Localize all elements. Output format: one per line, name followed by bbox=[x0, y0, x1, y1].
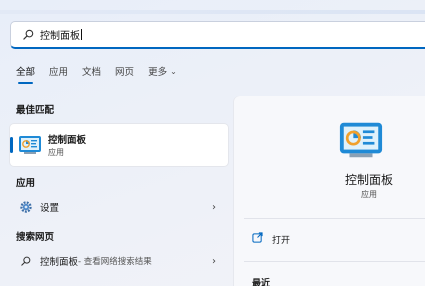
search-input[interactable]: 控制面板 bbox=[10, 21, 425, 49]
app-result-settings[interactable]: 设置 › bbox=[10, 196, 228, 218]
app-result-label: 设置 bbox=[40, 203, 60, 214]
control-panel-icon bbox=[338, 120, 384, 160]
text-caret bbox=[81, 29, 82, 40]
open-label: 打开 bbox=[272, 235, 291, 246]
tab-more[interactable]: 更多 ⌄ bbox=[148, 64, 177, 84]
search-icon bbox=[18, 253, 34, 269]
tab-documents[interactable]: 文档 bbox=[82, 64, 101, 84]
divider bbox=[244, 218, 425, 219]
preview-panel: 控制面板 应用 打开 最近 bbox=[234, 96, 425, 286]
result-type: 应用 bbox=[48, 148, 64, 157]
tab-all[interactable]: 全部 bbox=[16, 64, 35, 84]
chevron-right-icon: › bbox=[212, 201, 216, 213]
tab-web[interactable]: 网页 bbox=[115, 64, 134, 84]
tab-apps[interactable]: 应用 bbox=[49, 64, 68, 84]
selection-indicator bbox=[10, 137, 13, 153]
section-web-search: 搜索网页 bbox=[16, 232, 55, 243]
gear-icon bbox=[18, 199, 34, 215]
web-result-subtext: - 查看网络搜索结果 bbox=[78, 257, 152, 267]
result-title: 控制面板 bbox=[48, 135, 87, 146]
search-query: 控制面板 bbox=[40, 31, 80, 42]
window-top-edge bbox=[0, 10, 425, 14]
best-match-result[interactable]: 控制面板 应用 bbox=[10, 124, 228, 166]
chevron-down-icon: ⌄ bbox=[170, 66, 177, 76]
tab-more-label: 更多 bbox=[148, 67, 168, 78]
open-external-icon bbox=[252, 232, 272, 246]
recent-heading: 最近 bbox=[252, 279, 271, 286]
open-action[interactable]: 打开 bbox=[252, 232, 290, 246]
search-icon bbox=[23, 25, 34, 44]
web-search-result[interactable]: 控制面板 - 查看网络搜索结果 › bbox=[10, 250, 228, 272]
preview-title: 控制面板 bbox=[344, 173, 393, 187]
section-best-match: 最佳匹配 bbox=[16, 105, 55, 116]
control-panel-icon bbox=[18, 135, 42, 155]
filter-tabs: 全部 应用 文档 网页 更多 ⌄ bbox=[16, 64, 191, 84]
web-result-label: 控制面板 bbox=[40, 257, 79, 268]
chevron-right-icon: › bbox=[212, 255, 216, 267]
section-apps: 应用 bbox=[16, 178, 36, 189]
divider bbox=[244, 261, 425, 262]
preview-subtitle: 应用 bbox=[361, 190, 377, 199]
